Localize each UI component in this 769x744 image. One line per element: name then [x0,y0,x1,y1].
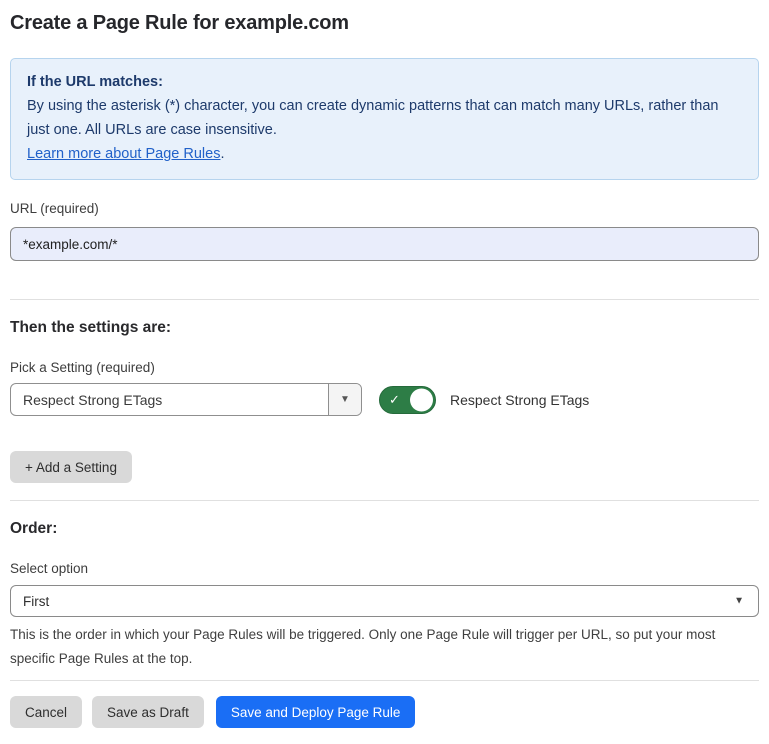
check-icon: ✓ [389,393,400,406]
order-section-heading: Order: [10,520,759,538]
order-help-text: This is the order in which your Page Rul… [10,623,759,671]
save-deploy-button[interactable]: Save and Deploy Page Rule [216,696,416,728]
url-match-info-box: If the URL matches: By using the asteris… [10,58,759,180]
footer-actions: Cancel Save as Draft Save and Deploy Pag… [10,696,759,728]
cancel-button[interactable]: Cancel [10,696,82,728]
setting-dropdown[interactable]: Respect Strong ETags ▼ [10,383,362,416]
divider-footer [10,680,759,681]
order-select-label: Select option [10,561,759,576]
setting-toggle-label: Respect Strong ETags [450,392,589,408]
page-title: Create a Page Rule for example.com [10,12,759,35]
url-input[interactable] [10,227,759,261]
add-setting-button[interactable]: + Add a Setting [10,451,132,483]
setting-toggle[interactable]: ✓ [379,386,436,414]
create-page-rule-form: Create a Page Rule for example.com If th… [0,0,769,744]
toggle-knob [410,388,433,411]
pick-setting-label: Pick a Setting (required) [10,360,759,375]
divider-order [10,500,759,501]
chevron-down-icon: ▼ [734,596,744,607]
info-box-link-line: Learn more about Page Rules. [27,142,742,166]
chevron-down-icon: ▼ [340,394,350,405]
setting-dropdown-value: Respect Strong ETags [11,384,328,415]
info-box-body: By using the asterisk (*) character, you… [27,94,732,142]
learn-more-link[interactable]: Learn more about Page Rules [27,146,220,162]
order-select-value: First [23,594,49,609]
settings-section-heading: Then the settings are: [10,319,759,337]
setting-row: Respect Strong ETags ▼ ✓ Respect Strong … [10,383,759,416]
setting-dropdown-button[interactable]: ▼ [328,384,361,415]
link-suffix: . [220,146,224,162]
url-field-label: URL (required) [10,201,759,216]
save-draft-button[interactable]: Save as Draft [92,696,204,728]
divider-settings [10,299,759,300]
info-box-heading: If the URL matches: [27,70,742,94]
order-select[interactable]: First ▼ [10,585,759,617]
